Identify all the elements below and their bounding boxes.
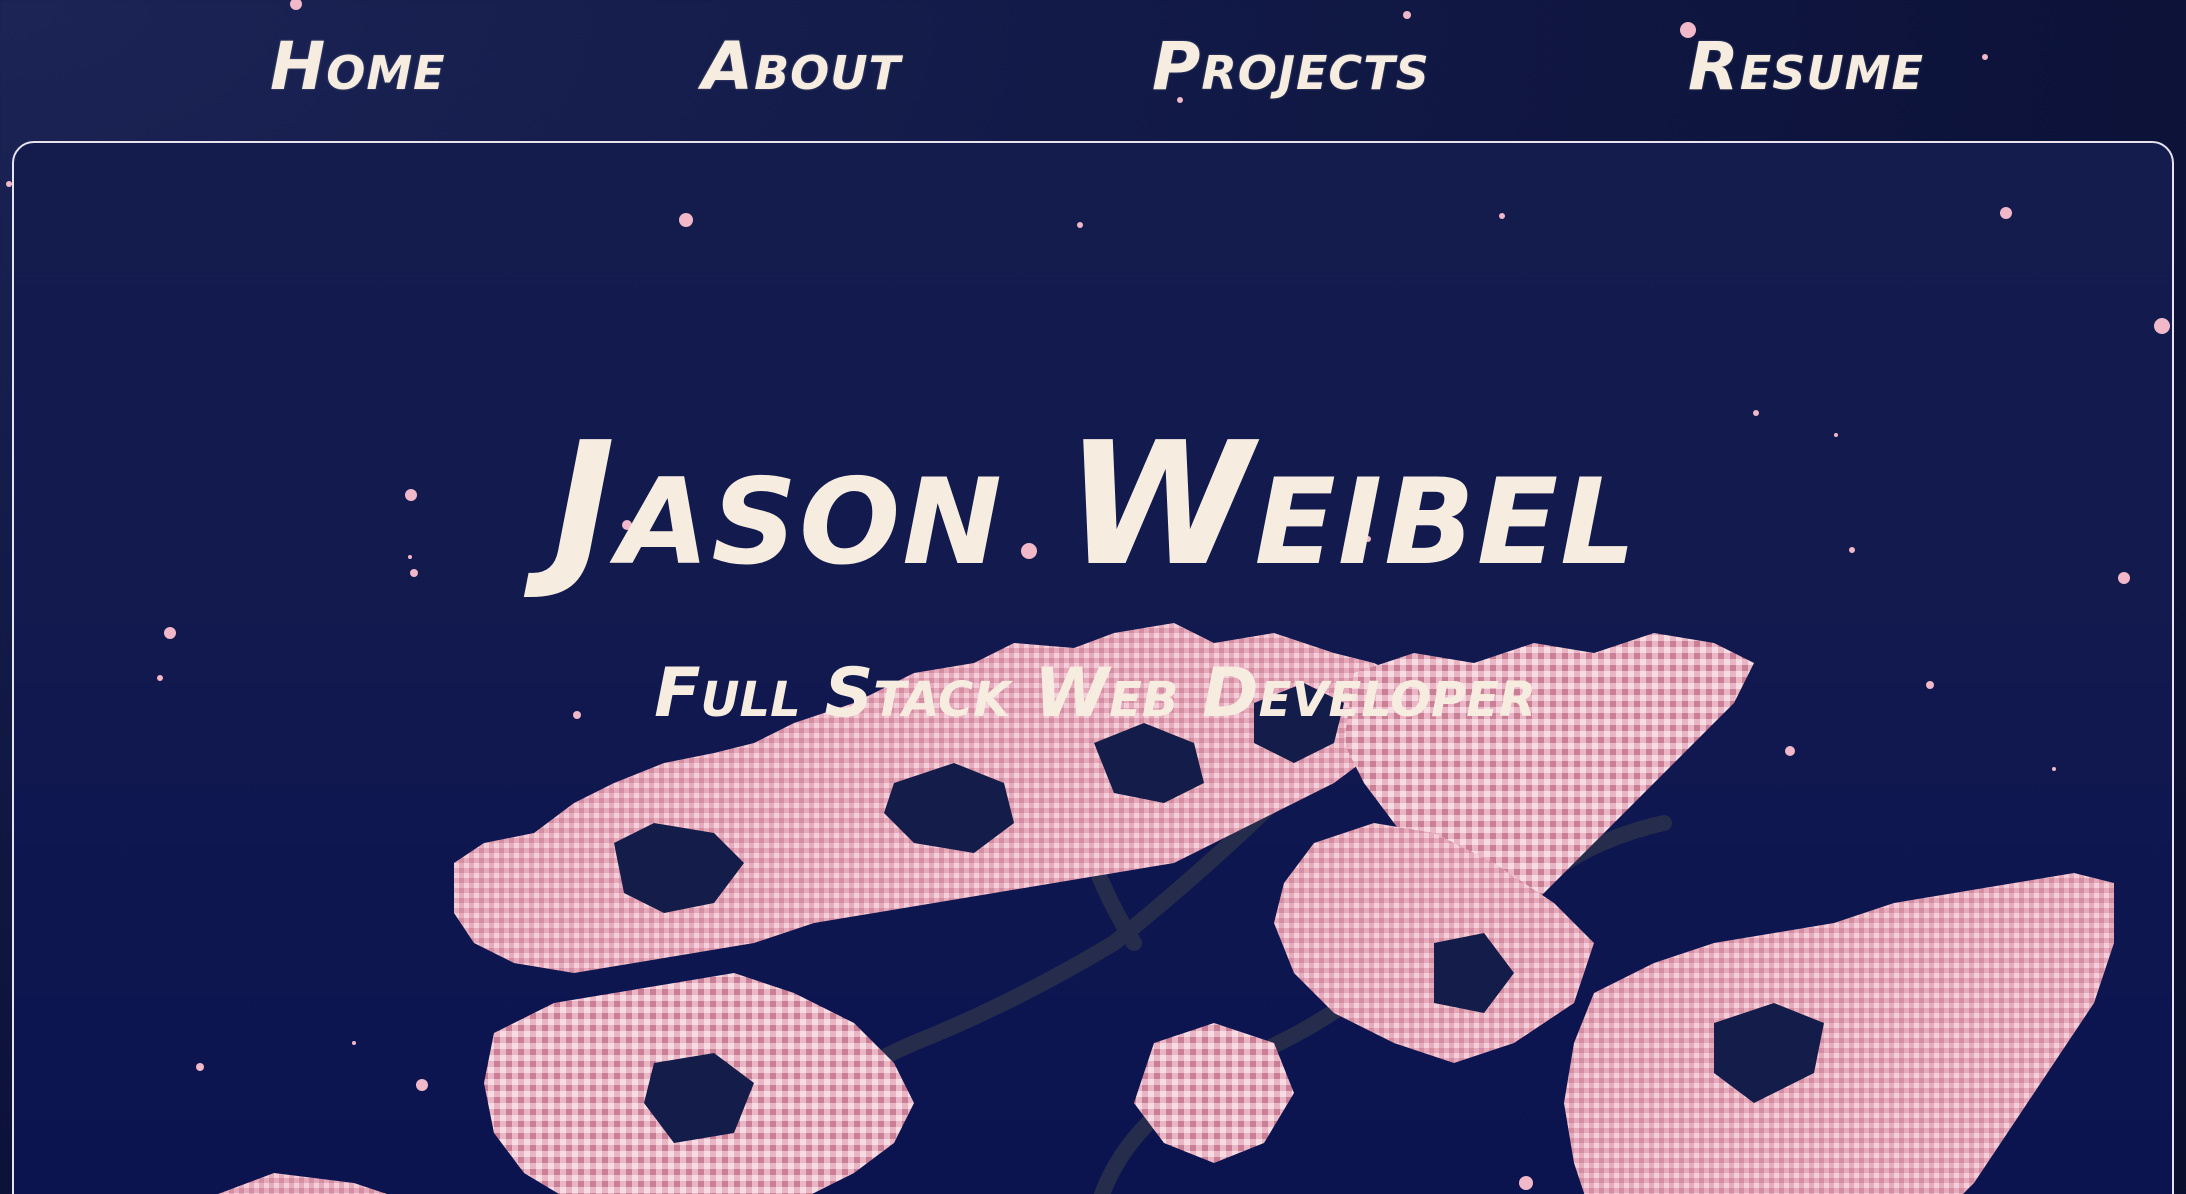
hero-section: Jason Weibel Full Stack Web Developer — [12, 141, 2174, 1194]
nav-about-link[interactable]: About — [702, 22, 901, 112]
hero-tagline: Full Stack Web Developer — [654, 654, 1536, 734]
nav-projects-link[interactable]: Projects — [1152, 22, 1430, 112]
nav-home-link[interactable]: Home — [270, 22, 446, 112]
nav-resume-link[interactable]: Resume — [1688, 22, 1924, 112]
top-navigation: Home About Projects Resume — [0, 0, 2186, 140]
hero-name-heading: Jason Weibel — [552, 405, 1638, 604]
